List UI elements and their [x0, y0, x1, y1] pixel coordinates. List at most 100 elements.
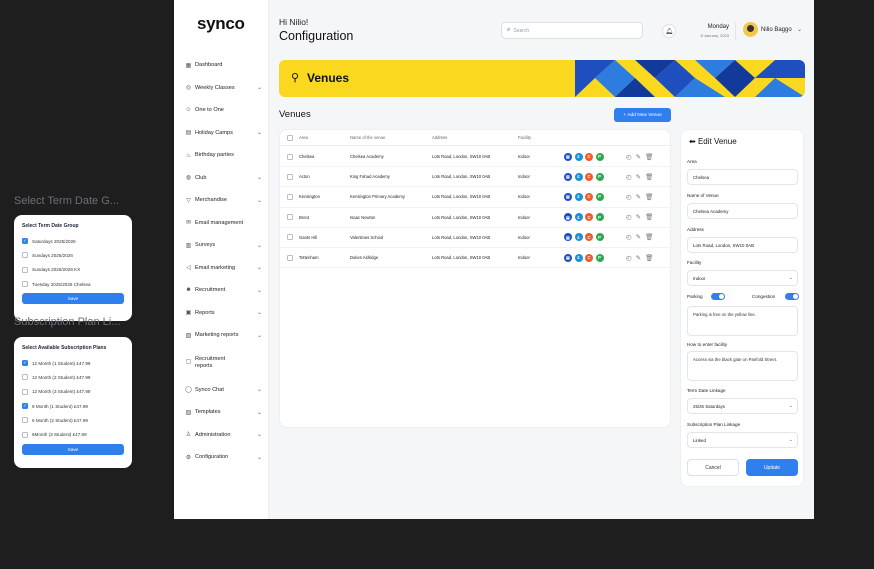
table-row[interactable]: Acton King Fahad Academy Lots Road, London… — [280, 167, 672, 188]
chevron-down-icon[interactable]: ⌄ — [257, 409, 262, 416]
chevron-down-icon[interactable]: ⌄ — [257, 129, 262, 136]
search-input[interactable]: Search — [513, 28, 529, 34]
history-icon[interactable]: ◴ — [626, 233, 632, 241]
row-checkbox[interactable] — [287, 234, 293, 241]
subscription-checkbox[interactable]: ✓ — [22, 403, 28, 410]
congestion-badge-icon[interactable]: C — [585, 233, 593, 242]
delete-icon[interactable]: 🗑︎ — [645, 254, 653, 262]
sidebar-item-email-management[interactable]: ✉ Email management — [182, 212, 264, 235]
calendar-badge-icon[interactable]: ▤ — [564, 172, 572, 181]
edit-icon[interactable]: ✎ — [636, 254, 641, 262]
sidebar-item-birthday-parties[interactable]: ♨ Birthday parties — [182, 144, 264, 167]
term-option[interactable]: ✓ Saturdays 2025/2026 — [22, 234, 124, 248]
chevron-down-icon[interactable]: ⌄ — [257, 264, 262, 271]
chevron-down-icon[interactable]: ⌄ — [257, 386, 262, 393]
sidebar-item-surveys[interactable]: ▥ Surveys ⌄ — [182, 234, 264, 257]
term-checkbox[interactable] — [22, 252, 28, 259]
edit-icon[interactable]: ✎ — [636, 153, 641, 161]
chevron-down-icon[interactable]: ⌄ — [257, 454, 262, 461]
term-option[interactable]: Tuesday 2025/2026 Chelsea — [22, 277, 124, 291]
term-linkage-select[interactable]: 25/26 Saturdays ⌄ — [687, 398, 798, 414]
parking-badge-icon[interactable]: P — [595, 233, 604, 242]
sidebar-item-administration[interactable]: ♙ Administration ⌄ — [182, 424, 264, 447]
subscription-option[interactable]: 6Month (3 Student) £47.99 — [22, 427, 124, 441]
row-checkbox[interactable] — [287, 214, 293, 221]
sidebar-item-reports[interactable]: ▣ Reports ⌄ — [182, 302, 264, 325]
add-new-venue-button[interactable]: + Add New Venue — [614, 108, 671, 122]
parking-badge-icon[interactable]: P — [595, 253, 604, 262]
term-option[interactable]: Sundays 2025/2026 KX — [22, 263, 124, 277]
calendar-badge-icon[interactable]: ▤ — [564, 213, 572, 222]
search-box[interactable]: ⌕ Search — [501, 22, 643, 39]
calendar-badge-icon[interactable]: ▤ — [564, 233, 572, 242]
subscription-checkbox[interactable] — [22, 374, 28, 381]
subscription-checkbox[interactable] — [22, 431, 28, 438]
term-checkbox[interactable] — [22, 281, 28, 288]
chevron-down-icon[interactable]: ⌄ — [257, 309, 262, 316]
parking-note-field[interactable]: Parking is free on the yellow line. — [687, 306, 798, 336]
subscription-option[interactable]: 12 Month (2 Student) £47.99 — [22, 370, 124, 384]
sidebar-item-configuration[interactable]: ⚙ Configuration ⌄ — [182, 446, 264, 469]
chevron-down-icon[interactable]: ⌄ — [257, 197, 262, 204]
chevron-down-icon[interactable]: ⌄ — [257, 84, 262, 91]
delete-icon[interactable]: 🗑︎ — [645, 193, 653, 201]
pound-badge-icon[interactable]: £ — [574, 152, 583, 161]
area-field[interactable]: Chelsea — [687, 169, 798, 185]
update-button[interactable]: Update — [746, 459, 798, 476]
chevron-down-icon[interactable]: ⌄ — [257, 242, 262, 249]
delete-icon[interactable]: 🗑︎ — [645, 153, 653, 161]
row-checkbox[interactable] — [287, 193, 293, 200]
sidebar-item-recruitment-reports[interactable]: ▢ Recruitment reports — [182, 347, 264, 379]
pound-badge-icon[interactable]: £ — [574, 213, 583, 222]
sidebar-item-synco-chat[interactable]: ◯ Synco Chat ⌄ — [182, 379, 264, 402]
table-row[interactable]: Kensington Kensington Primary Academy Lots… — [280, 187, 672, 208]
sidebar-item-templates[interactable]: ▨ Templates ⌄ — [182, 401, 264, 424]
edit-icon[interactable]: ✎ — [636, 193, 641, 201]
row-checkbox[interactable] — [287, 254, 293, 261]
table-row[interactable]: Gants Hill Valentines School Lots Road, Lo… — [280, 228, 672, 248]
delete-icon[interactable]: 🗑︎ — [645, 233, 653, 241]
edit-icon[interactable]: ✎ — [636, 173, 641, 181]
table-row[interactable]: Brent Isaac Newton Lots Road, London, SW10… — [280, 208, 672, 228]
term-checkbox[interactable]: ✓ — [22, 238, 28, 245]
parking-toggle[interactable] — [711, 293, 725, 300]
user-name[interactable]: Nilio Baggo — [761, 27, 792, 33]
term-save-button[interactable]: Save — [22, 293, 124, 305]
history-icon[interactable]: ◴ — [626, 254, 632, 262]
chevron-down-icon[interactable]: ⌄ — [257, 287, 262, 294]
term-option[interactable]: Sundays 2025/2026 — [22, 248, 124, 262]
calendar-badge-icon[interactable]: ▤ — [564, 192, 572, 201]
subscription-checkbox[interactable] — [22, 417, 28, 424]
facility-select[interactable]: Indoor ⌄ — [687, 270, 798, 286]
chevron-down-icon[interactable]: ⌄ — [257, 431, 262, 438]
cancel-button[interactable]: Cancel — [687, 459, 739, 476]
sub-save-button[interactable]: Save — [22, 443, 124, 455]
table-row[interactable]: Tottenham Dukes Aldridge Lots Road, London… — [280, 248, 672, 269]
subscription-option[interactable]: 12 Month (3 Student) £47.99 — [22, 385, 124, 399]
calendar-badge-icon[interactable]: ▤ — [564, 253, 572, 262]
calendar-badge-icon[interactable]: ▤ — [564, 152, 572, 161]
congestion-badge-icon[interactable]: C — [585, 152, 593, 161]
subscription-option[interactable]: ✓ 6 Month (1 Student) £47.99 — [22, 399, 124, 413]
select-all-checkbox[interactable] — [287, 134, 293, 141]
back-arrow-icon[interactable]: ⬅︎ — [689, 137, 696, 146]
congestion-badge-icon[interactable]: C — [585, 172, 593, 181]
parking-badge-icon[interactable]: P — [595, 192, 604, 201]
subscription-checkbox[interactable] — [22, 388, 28, 395]
sidebar-item-merchandise[interactable]: ▽ Merchandise ⌄ — [182, 189, 264, 212]
table-row[interactable]: Chelsea Chelsea Academy Lots Road, London,… — [280, 147, 672, 168]
edit-icon[interactable]: ✎ — [636, 213, 641, 221]
pound-badge-icon[interactable]: £ — [574, 192, 583, 201]
sub-linkage-select[interactable]: Linked ⌄ — [687, 432, 798, 448]
chevron-down-icon[interactable]: ⌄ — [257, 174, 262, 181]
parking-badge-icon[interactable]: P — [595, 152, 604, 161]
row-checkbox[interactable] — [287, 153, 293, 160]
edit-icon[interactable]: ✎ — [636, 233, 641, 241]
history-icon[interactable]: ◴ — [626, 173, 632, 181]
chevron-down-icon[interactable]: ⌄ — [257, 332, 262, 339]
delete-icon[interactable]: 🗑︎ — [645, 173, 653, 181]
history-icon[interactable]: ◴ — [626, 153, 632, 161]
subscription-option[interactable]: ✓ 12 Month (1 Student) £47.99 — [22, 356, 124, 370]
sidebar-item-weekly-classes[interactable]: ◎ Weekly Classes ⌄ — [182, 77, 264, 100]
pound-badge-icon[interactable]: £ — [574, 233, 583, 242]
